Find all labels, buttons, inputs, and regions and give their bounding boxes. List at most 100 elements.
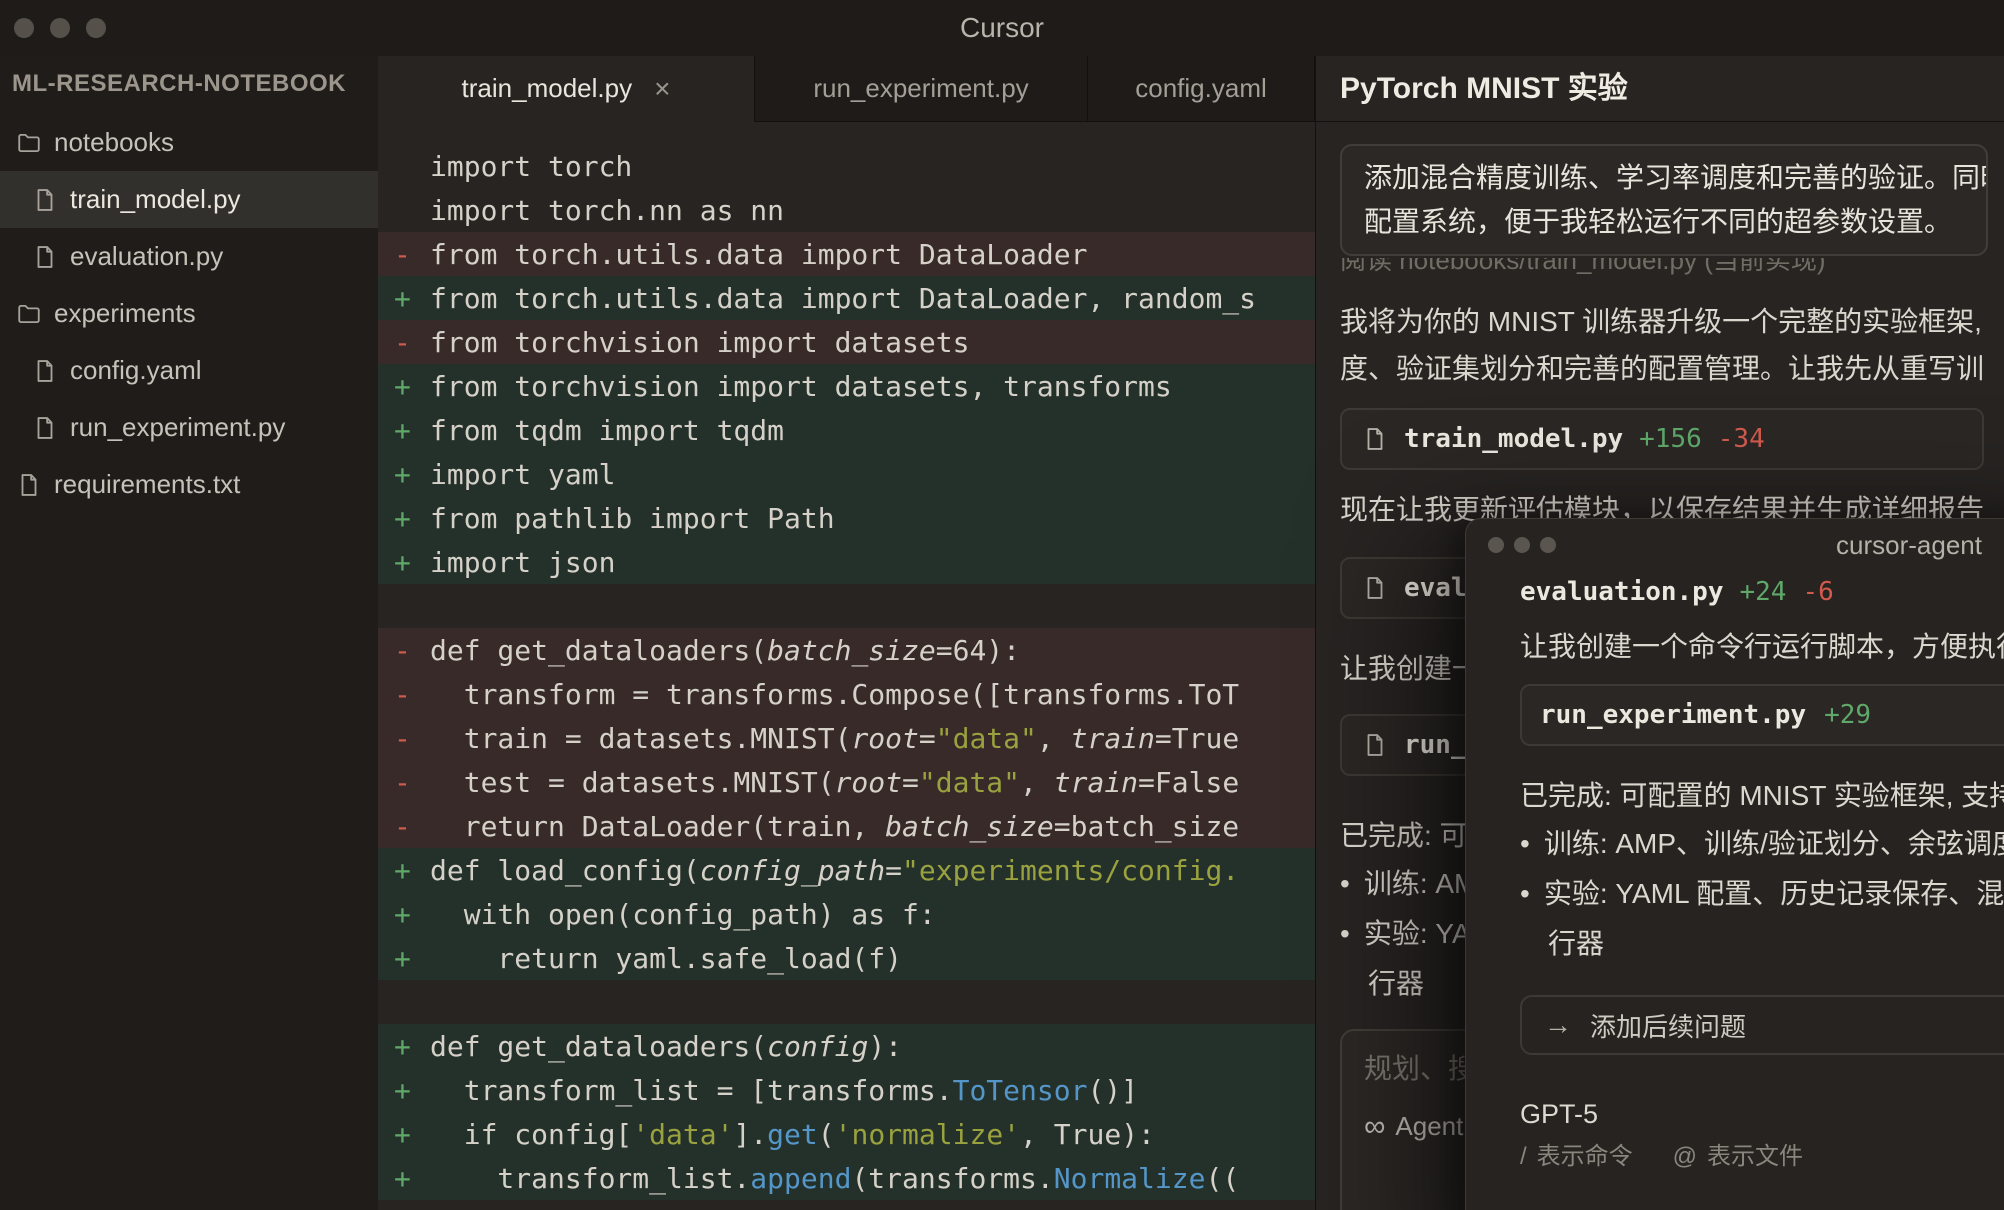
assistant-text: 让我创建一个命令行运行脚本，方便执行实验: [1520, 623, 2004, 670]
tree-item-requirements.txt[interactable]: requirements.txt: [0, 456, 378, 513]
project-name: ML-RESEARCH-NOTEBOOK: [0, 56, 378, 104]
cursor-agent-window[interactable]: cursor-agent evaluation.py +24 -6 让我创建一个命令行…: [1465, 518, 2004, 1210]
code-text: from torch.utils.data import DataLoader: [430, 238, 1087, 271]
diff-marker: +: [394, 1030, 430, 1063]
code-editor-diff[interactable]: import torchimport torch.nn as nn-from t…: [378, 122, 1315, 1210]
tab-label: train_model.py: [462, 73, 633, 104]
diff-marker: -: [394, 766, 430, 799]
code-line: [378, 980, 1315, 1024]
overlay-maximize-button[interactable]: [1540, 537, 1556, 553]
diff-marker: +: [394, 942, 430, 975]
file-diff-chip[interactable]: evaluation.py +24 -6: [1520, 577, 2004, 607]
code-line: +from tqdm import tqdm: [378, 408, 1315, 452]
file-tree: notebooks train_model.py evaluation.py expe…: [0, 114, 378, 513]
diff-marker: +: [394, 546, 430, 579]
tree-item-label: run_experiment.py: [70, 412, 285, 443]
code-line: -from torchvision import datasets: [378, 320, 1315, 364]
tree-item-config.yaml[interactable]: config.yaml: [0, 342, 378, 399]
context-note: 阅读 notebooks/train_model.py (当前实现): [1340, 258, 2004, 282]
code-text: import yaml: [430, 458, 615, 491]
code-text: def load_config(config_path="experiments…: [430, 854, 1239, 887]
overlay-close-button[interactable]: [1488, 537, 1504, 553]
added-lines-count: +156: [1639, 424, 1702, 454]
tab-run_experiment.py[interactable]: run_experiment.py: [755, 56, 1088, 121]
overlay-blocks: evaluation.py +24 -6 让我创建一个命令行运行脚本，方便执行实验 ru…: [1466, 571, 2004, 1174]
code-line: -def get_dataloaders(batch_size=64):: [378, 628, 1315, 672]
tree-item-label: experiments: [54, 298, 196, 329]
folder-icon: [16, 130, 42, 156]
code-line: - return DataLoader(train, batch_size=ba…: [378, 804, 1315, 848]
code-line: +import json: [378, 540, 1315, 584]
diff-marker: +: [394, 1118, 430, 1151]
chat-title: PyTorch MNIST 实验: [1340, 72, 1628, 105]
tree-item-experiments[interactable]: experiments: [0, 285, 378, 342]
code-text: from torchvision import datasets, transf…: [430, 370, 1172, 403]
code-text: return DataLoader(train, batch_size=batc…: [430, 810, 1239, 843]
file-explorer-sidebar: ML-RESEARCH-NOTEBOOK notebooks train_mode…: [0, 56, 379, 1210]
tree-item-label: config.yaml: [70, 355, 202, 386]
hint-icon: @: [1673, 1140, 1697, 1174]
input-hint: /表示命令: [1520, 1140, 1633, 1174]
code-line: - transform = transforms.Compose([transf…: [378, 672, 1315, 716]
arrow-right-icon: →: [1544, 1009, 1572, 1041]
code-text: from torch.utils.data import DataLoader,…: [430, 282, 1256, 315]
diff-marker: -: [394, 810, 430, 843]
chip-filename: evaluation.py: [1520, 577, 1724, 607]
code-text: import json: [430, 546, 615, 579]
tree-item-evaluation.py[interactable]: evaluation.py: [0, 228, 378, 285]
diff-marker: -: [394, 326, 430, 359]
tab-label: run_experiment.py: [813, 73, 1028, 104]
tree-item-label: train_model.py: [70, 184, 241, 215]
diff-marker: +: [394, 370, 430, 403]
diff-marker: +: [394, 502, 430, 535]
added-lines-count: +24: [1740, 577, 1787, 607]
file-icon: [32, 244, 58, 270]
code-text: train = datasets.MNIST(root="data", trai…: [430, 722, 1239, 755]
diff-marker: +: [394, 282, 430, 315]
assistant-text: 已完成: 可配置的 MNIST 实验框架, 支持: [1520, 772, 2004, 819]
tab-config.yaml[interactable]: config.yaml: [1088, 56, 1315, 121]
tree-item-notebooks[interactable]: notebooks: [0, 114, 378, 171]
bullet-dot: •: [1340, 859, 1350, 909]
folder-icon: [16, 301, 42, 327]
diff-marker: -: [394, 678, 430, 711]
code-line: +def get_dataloaders(config):: [378, 1024, 1315, 1068]
add-followup-button[interactable]: →添加后续问题: [1520, 995, 2004, 1055]
bullet-item: •训练: AMP、训练/验证划分、余弦调度、: [1520, 819, 2004, 869]
code-text: import torch.nn as nn: [430, 194, 784, 227]
code-text: with open(config_path) as f:: [430, 898, 936, 931]
tab-train_model.py[interactable]: train_model.py ×: [378, 56, 755, 121]
user-message-line: 配置系统，便于我轻松运行不同的超参数设置。: [1364, 200, 1964, 244]
removed-lines-count: -6: [1802, 577, 1833, 607]
code-line: - test = datasets.MNIST(root="data", tra…: [378, 760, 1315, 804]
tree-item-run_experiment.py[interactable]: run_experiment.py: [0, 399, 378, 456]
file-icon: [1362, 732, 1388, 758]
hint-label: 表示命令: [1537, 1140, 1633, 1174]
diff-marker: +: [394, 898, 430, 931]
code-line: import torch.nn as nn: [378, 188, 1315, 232]
diff-marker: -: [394, 722, 430, 755]
user-message-line: 添加混合精度训练、学习率调度和完善的验证。同时: [1364, 156, 1964, 200]
code-line: +def load_config(config_path="experiment…: [378, 848, 1315, 892]
close-tab-icon[interactable]: ×: [654, 75, 670, 103]
assistant-text-line: 我将为你的 MNIST 训练器升级一个完整的实验框架,: [1340, 298, 2004, 345]
cursor-agent-titlebar: cursor-agent: [1466, 519, 2004, 571]
diff-marker: -: [394, 634, 430, 667]
diff-marker: +: [394, 1162, 430, 1195]
bullet-dot: •: [1340, 909, 1350, 959]
file-diff-chip[interactable]: train_model.py+156-34: [1340, 408, 1984, 470]
tree-item-train_model.py[interactable]: train_model.py: [0, 171, 378, 228]
assistant-text-line: 度、验证集划分和完善的配置管理。让我先从重写训: [1340, 345, 2004, 392]
chat-header: PyTorch MNIST 实验: [1316, 56, 2004, 122]
context-note-text: 阅读 notebooks/train_model.py (当前实现): [1340, 258, 2004, 280]
file-icon: [16, 472, 42, 498]
code-line: +from torch.utils.data import DataLoader…: [378, 276, 1315, 320]
overlay-window-title: cursor-agent: [1836, 519, 1982, 571]
model-selector[interactable]: GPT-5: [1520, 1099, 2004, 1130]
code-line: + return yaml.safe_load(f): [378, 936, 1315, 980]
diff-marker: -: [394, 238, 430, 271]
file-diff-chip[interactable]: run_experiment.py+29: [1520, 684, 2004, 746]
overlay-minimize-button[interactable]: [1514, 537, 1530, 553]
code-text: from tqdm import tqdm: [430, 414, 784, 447]
diff-marker: +: [394, 414, 430, 447]
